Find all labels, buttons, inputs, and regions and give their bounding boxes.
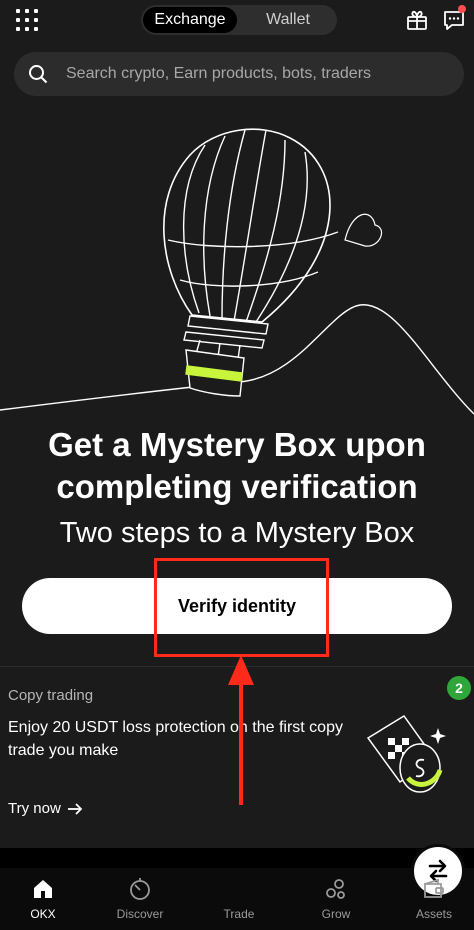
nav-okx[interactable]: OKX	[3, 868, 83, 930]
copy-trading-label: Copy trading	[8, 687, 94, 704]
nav-assets[interactable]: Assets	[394, 868, 474, 930]
hot-air-balloon-illustration	[0, 128, 474, 415]
top-bar: Exchange Wallet	[0, 0, 474, 44]
copy-trading-text: Enjoy 20 USDT loss protection on the fir…	[8, 719, 343, 759]
nav-grow[interactable]: Grow	[296, 868, 376, 930]
hero-title: Get a Mystery Box upon completing verifi…	[48, 426, 426, 505]
nav-label: Trade	[223, 907, 255, 921]
search-bar[interactable]	[14, 52, 464, 96]
try-now-label: Try now	[8, 800, 61, 817]
tab-wallet[interactable]: Wallet	[241, 7, 335, 33]
section-spacer	[0, 848, 474, 868]
bottom-navigation: OKX Discover Trade Grow Assets	[0, 844, 474, 930]
ticket-coin-illustration	[366, 714, 446, 793]
notification-dot	[458, 5, 466, 13]
wallet-icon	[424, 878, 444, 898]
gift-icon[interactable]	[405, 8, 429, 32]
apps-grid-icon[interactable]	[16, 9, 38, 31]
nav-label: Assets	[415, 907, 452, 921]
hero-subtitle: Two steps to a Mystery Box	[59, 517, 415, 549]
tab-exchange[interactable]: Exchange	[143, 7, 237, 33]
highlight-box	[154, 558, 329, 657]
count-badge: 2	[447, 676, 471, 700]
discover-icon	[130, 878, 150, 900]
grow-icon	[326, 879, 345, 899]
app-screen: Exchange Wallet Search crypto, Earn prod…	[0, 0, 474, 930]
search-input[interactable]	[66, 52, 456, 96]
search-icon	[29, 65, 48, 84]
nav-trade[interactable]: Trade	[199, 844, 465, 930]
nav-label: Grow	[321, 907, 351, 921]
nav-discover[interactable]: Discover	[100, 868, 180, 930]
nav-label: Discover	[116, 907, 164, 921]
home-icon	[34, 880, 52, 898]
try-now-link[interactable]: Try now	[8, 800, 83, 817]
nav-label: OKX	[30, 907, 56, 921]
arrow-right-icon	[67, 802, 83, 815]
annotation-arrow-icon	[228, 655, 254, 805]
exchange-wallet-switch: Exchange Wallet	[141, 5, 337, 35]
